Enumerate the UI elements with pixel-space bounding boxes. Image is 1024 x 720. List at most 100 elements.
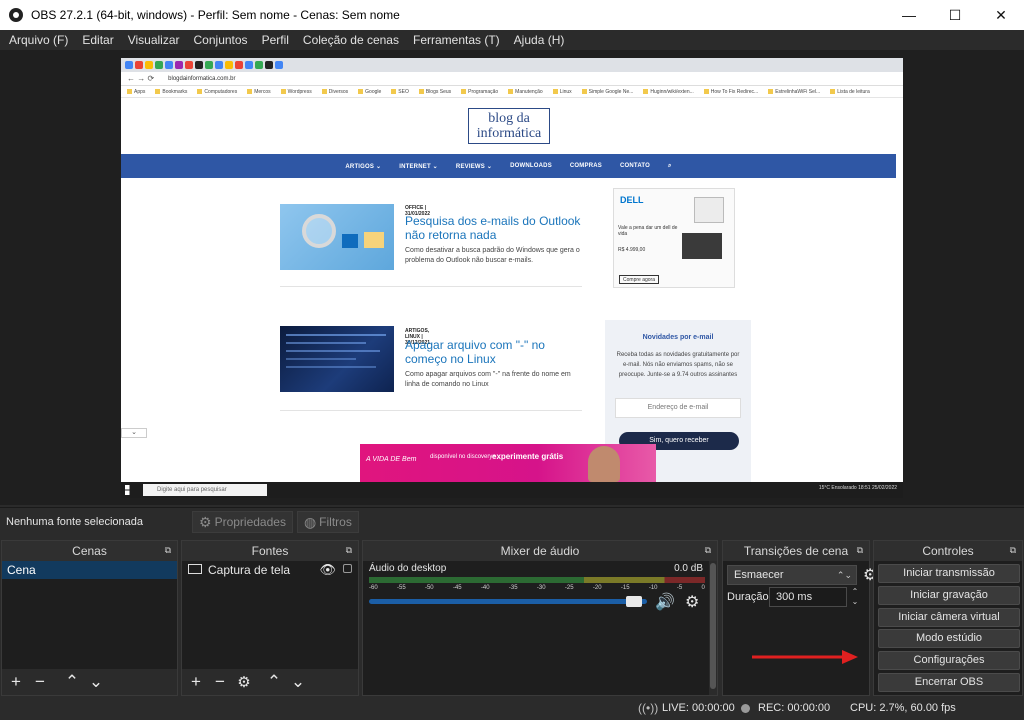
minimize-button[interactable]: — (886, 0, 932, 30)
taskbar-tray: 15°C Ensolarado 18:51 25/02/2022 (818, 485, 897, 491)
eye-icon[interactable]: 👁 (319, 561, 336, 579)
menu-edit[interactable]: Editar (75, 33, 120, 47)
bookmark-item: Wordpress (281, 89, 312, 95)
remove-scene-button[interactable]: − (32, 672, 48, 692)
add-scene-button[interactable]: + (8, 672, 24, 692)
scenes-dock-footer: + − ⌃ ⌄ (2, 669, 177, 695)
menu-tools[interactable]: Ferramentas (T) (406, 33, 507, 47)
menu-help[interactable]: Ajuda (H) (507, 33, 572, 47)
close-button[interactable]: ✕ (978, 0, 1024, 30)
move-up-button[interactable]: ⌃ (266, 672, 282, 692)
tab-favicon (275, 61, 283, 69)
duration-stepper[interactable]: ⌃ ⌄ (849, 587, 861, 607)
undock-icon[interactable]: ⧉ (1010, 545, 1016, 556)
menu-scene-collection[interactable]: Coleção de cenas (296, 33, 406, 47)
ad-price: R$ 4.999,00 (618, 247, 646, 253)
start-recording-button[interactable]: Iniciar gravação (878, 586, 1020, 605)
monitor-icon (188, 564, 202, 574)
meter-tick: -55 (396, 585, 406, 591)
bookmark-item: Manutenção (508, 89, 543, 95)
settings-button[interactable]: Configurações (878, 651, 1020, 670)
scenes-dock: Cenas ⧉ Cena + − ⌃ ⌄ (1, 540, 178, 696)
remove-source-button[interactable]: − (212, 672, 228, 692)
promo-cta: experimente grátis (492, 452, 564, 461)
promo-sub: disponível no discovery+ (430, 454, 496, 460)
properties-button[interactable]: ⚙ Propriedades (192, 511, 293, 533)
laptop-image (682, 233, 722, 259)
live-time: LIVE: 00:00:00 (662, 702, 735, 714)
properties-label: Propriedades (214, 515, 286, 529)
site-nav-bar: ARTIGOS ⌄ INTERNET ⌄ REVIEWS ⌄ DOWNLOADS… (121, 154, 896, 178)
source-settings-gear-icon[interactable]: ⚙ (236, 673, 252, 691)
bookmark-item: Apps (127, 89, 145, 95)
meter-tick: -15 (620, 585, 630, 591)
scene-item[interactable]: Cena (2, 561, 177, 579)
move-down-button[interactable]: ⌄ (88, 672, 104, 692)
bookmark-item: How To Fix Redirec... (704, 89, 758, 95)
captured-taskbar: Digite aqui para pesquisar 15°C Ensolara… (121, 482, 903, 498)
window-title: OBS 27.2.1 (64-bit, windows) - Perfil: S… (31, 8, 400, 22)
bookmark-item: Linux (553, 89, 572, 95)
ad-brand: DELL (620, 195, 644, 205)
site-logo: blog da informática (468, 108, 550, 144)
source-item-label: Captura de tela (208, 563, 291, 577)
menu-profile[interactable]: Perfil (255, 33, 296, 47)
menu-file[interactable]: Arquivo (F) (2, 33, 75, 47)
post-title: Pesquisa dos e-mails do Outlook não reto… (405, 214, 581, 242)
site-search-icon: ⌕ (668, 162, 672, 169)
gear-icon[interactable]: ⚙ (685, 592, 699, 612)
add-source-button[interactable]: + (188, 672, 204, 692)
lock-icon[interactable] (343, 564, 352, 573)
volume-slider[interactable] (369, 599, 647, 604)
source-item[interactable]: Captura de tela 👁 (182, 561, 358, 579)
post-separator (280, 286, 582, 287)
filters-button[interactable]: ◍ Filtros (296, 511, 359, 533)
tab-favicon (185, 61, 193, 69)
tab-favicon (145, 61, 153, 69)
tab-favicon (205, 61, 213, 69)
undock-icon[interactable]: ⧉ (165, 545, 171, 556)
studio-mode-button[interactable]: Modo estúdio (878, 629, 1020, 648)
post-separator (280, 410, 582, 411)
bookmark-item: Diversos (322, 89, 348, 95)
undock-icon[interactable]: ⧉ (705, 545, 711, 556)
meter-tick: -60 (369, 585, 378, 591)
bookmark-item: EstrelinhaWiFi Sel... (768, 89, 820, 95)
bookmark-item: SEO (391, 89, 409, 95)
start-streaming-button[interactable]: Iniciar transmissão (878, 564, 1020, 583)
menu-docks[interactable]: Conjuntos (187, 33, 255, 47)
duration-input[interactable]: 300 ms (769, 587, 847, 607)
maximize-button[interactable]: ☐ (932, 0, 978, 30)
exit-button[interactable]: Encerrar OBS (878, 673, 1020, 692)
promo-brand: A VIDA DE Bem (366, 456, 417, 463)
move-down-button[interactable]: ⌄ (290, 672, 306, 692)
menu-view[interactable]: Visualizar (121, 33, 187, 47)
tab-favicon (155, 61, 163, 69)
bookmark-item: Programação (461, 89, 498, 95)
meter-tick: -25 (564, 585, 574, 591)
preview-area[interactable]: ← → ⟳ blogdainformatica.com.br Apps Book… (0, 50, 1024, 505)
move-up-button[interactable]: ⌃ (64, 672, 80, 692)
transition-select[interactable]: Esmaecer ⌃⌄ (727, 565, 857, 585)
site-nav-link: REVIEWS ⌄ (455, 163, 493, 170)
tab-favicon (165, 61, 173, 69)
mixer-scrollbar[interactable] (709, 561, 717, 695)
tab-favicon (215, 61, 223, 69)
post-thumbnail (280, 326, 394, 392)
bookmark-item: Lista de leitura (830, 89, 870, 95)
speaker-icon[interactable]: 🔊 (655, 592, 675, 612)
tab-favicon (255, 61, 263, 69)
undock-icon[interactable]: ⧉ (857, 545, 863, 556)
site-nav-link: DOWNLOADS (510, 163, 552, 169)
dell-ad: DELL Vale a pena dar um dell de vida R$ … (613, 188, 735, 288)
tab-favicon (225, 61, 233, 69)
post-thumbnail (280, 204, 394, 270)
post-excerpt: Como apagar arquivos com "-" na frente d… (405, 371, 571, 388)
volume-slider-handle[interactable] (626, 596, 643, 607)
site-nav-link: CONTATO (619, 163, 651, 169)
undock-icon[interactable]: ⧉ (346, 545, 352, 556)
start-virtual-camera-button[interactable]: Iniciar câmera virtual (878, 608, 1020, 627)
bookmark-item: Google (358, 89, 381, 95)
meter-tick: -35 (508, 585, 518, 591)
meter-tick: -5 (676, 585, 683, 591)
